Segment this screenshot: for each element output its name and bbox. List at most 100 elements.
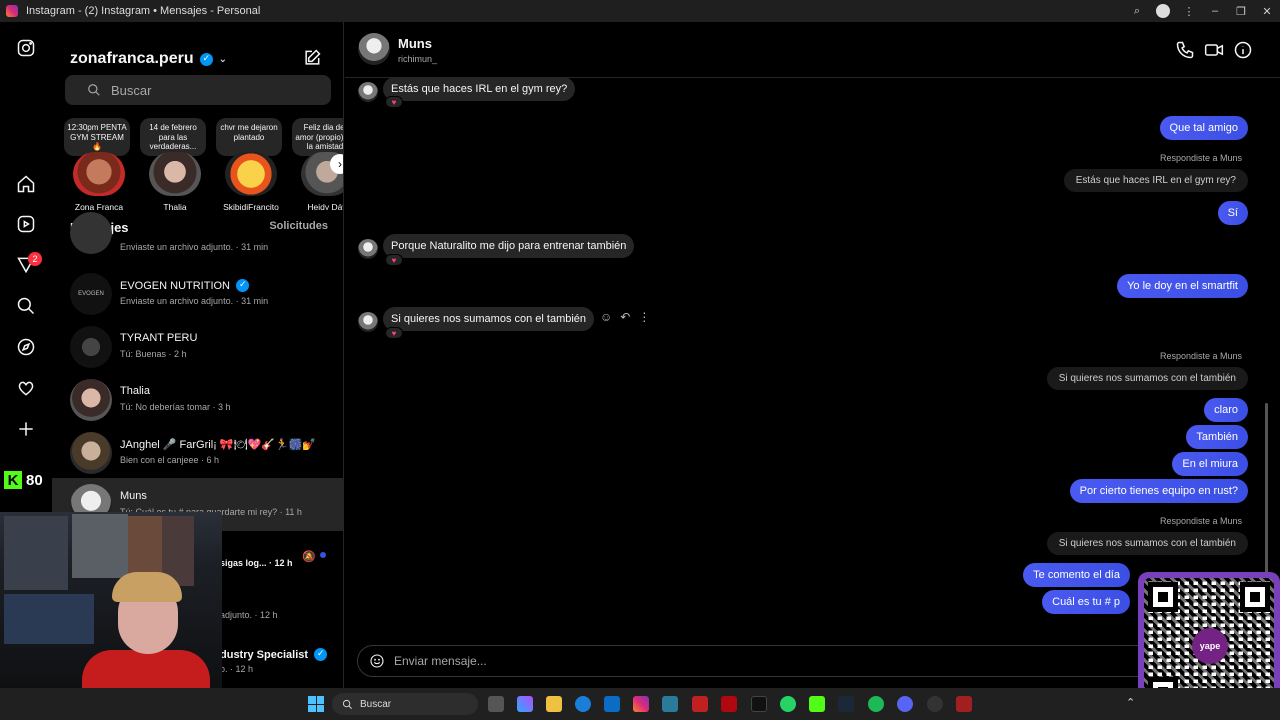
heart-icon[interactable] [16,378,36,398]
avatar [70,326,112,368]
avatar [358,239,378,259]
note-item[interactable]: 12:30pm PENTA GYM STREAM 🔥 Zona Franca [64,118,134,210]
search-icon [342,699,352,709]
minimize-button[interactable]: – [1202,0,1228,22]
taskbar-search[interactable]: Buscar [332,693,478,715]
new-message-button[interactable] [302,48,322,68]
windows-taskbar: Buscar ⌃ [0,688,1280,720]
message-actions: ☺ ↶ ⋮ [600,310,650,324]
spotify-icon[interactable] [868,696,884,712]
message-out[interactable]: Por cierto tienes equipo en rust? [1069,479,1248,503]
poster-image [4,594,94,644]
app-icon[interactable] [956,696,972,712]
store-icon[interactable] [604,696,620,712]
message-out[interactable]: Yo le doy en el smartfit [1117,274,1248,298]
message-out[interactable]: Sí [1217,201,1248,225]
message-out[interactable]: Que tal amigo [1159,116,1248,140]
account-switcher[interactable]: zonafranca.peru ⌄ [70,50,227,68]
home-icon[interactable] [16,174,36,194]
message-out[interactable]: También [1186,425,1248,449]
conversation-item[interactable]: Thalia Tú: No deberías tomar · 3 h [52,373,343,426]
steam-icon[interactable] [838,696,854,712]
maximize-button[interactable]: ❐ [1228,0,1254,22]
whatsapp-icon[interactable] [780,696,796,712]
search-field[interactable]: Buscar [65,75,331,105]
video-call-icon[interactable] [1204,40,1224,60]
instagram-logo-icon[interactable] [16,38,36,58]
close-button[interactable]: ✕ [1254,0,1280,22]
more-options-icon[interactable]: ⋮ [638,310,650,324]
conversation-item[interactable]: JAnghel 🎤 FarGril¡ 🎀🍽💖🎸🏃🎆💅 Bien con el c… [52,426,343,479]
kick-icon[interactable] [809,696,825,712]
message-out[interactable]: claro [1204,398,1248,422]
message-out[interactable]: En el miura [1172,452,1248,476]
avatar [73,152,125,196]
message-out[interactable]: Te comento el día [1023,563,1130,587]
avatar [70,432,112,474]
zoom-icon[interactable]: ⌕ [1124,0,1150,22]
conversation-item[interactable]: TYRANT PERU Tú: Buenas · 2 h [52,320,343,373]
avatar [358,312,378,332]
kick-viewer-widget: K 80 [4,470,43,490]
message-in[interactable]: Porque Naturalito me dijo para entrenar … [383,234,635,258]
poster-image [4,516,68,590]
conversation-item[interactable]: EVOGEN EVOGEN NUTRITION Enviaste un arch… [52,267,343,320]
quoted-message[interactable]: Estás que haces IRL en el gym rey? [1063,169,1248,192]
heart-reaction-icon[interactable]: ♥ [385,254,403,266]
info-icon[interactable] [1233,40,1253,60]
streamer-hat [112,572,182,602]
message-in[interactable]: Si quieres nos sumamos con el también [383,307,595,331]
emoji-react-icon[interactable]: ☺ [600,310,612,324]
message-out[interactable]: Cuál es tu # p [1042,590,1130,614]
avatar [225,152,277,196]
avatar [70,212,112,254]
app-icon[interactable] [692,696,708,712]
streamer-body [82,650,210,688]
avatar [149,152,201,196]
edge-icon[interactable] [575,696,591,712]
unread-dot [320,552,326,558]
message-input[interactable] [394,654,1194,668]
task-view-icon[interactable] [488,696,504,712]
note-item[interactable]: chvr me dejaron plantado SkibidiFrancito [216,118,286,210]
netflix-icon[interactable] [721,696,737,712]
reply-label: Respondiste a Muns [1159,516,1242,526]
copilot-icon[interactable] [517,696,533,712]
windows-start-icon[interactable] [308,696,324,712]
poster-image [72,514,128,578]
profile-icon[interactable] [1150,0,1176,22]
chevron-down-icon: ⌄ [218,53,227,65]
more-icon[interactable]: ⋮ [1176,0,1202,22]
quoted-message[interactable]: Si quieres nos sumamos con el también [1046,367,1248,390]
chevron-right-icon[interactable]: › [330,154,343,174]
tray-chevron-icon[interactable]: ⌃ [1126,696,1135,709]
phone-icon[interactable] [1175,40,1195,60]
yape-logo: yape [1192,628,1228,664]
note-item[interactable]: 14 de febrero para las verdaderas... Tha… [140,118,210,210]
search-icon[interactable] [16,296,36,316]
instagram-app-icon [6,5,18,17]
chat-contact-name[interactable]: Muns [398,36,432,51]
avatar[interactable] [358,33,390,65]
message-composer[interactable] [357,645,1267,677]
reply-icon[interactable]: ↶ [620,310,630,324]
reply-label: Respondiste a Muns [1159,153,1242,163]
emoji-icon [370,654,384,668]
explore-icon[interactable] [16,337,36,357]
search-placeholder: Buscar [111,82,152,98]
heart-reaction-icon[interactable]: ♥ [385,327,403,339]
message-in[interactable]: Estás que haces IRL en el gym rey? [383,77,576,101]
notification-badge: 2 [28,252,42,266]
obs-icon[interactable] [927,696,943,712]
heart-reaction-icon[interactable]: ♥ [385,96,403,108]
file-explorer-icon[interactable] [546,696,562,712]
app-icon[interactable] [662,696,678,712]
instagram-taskbar-icon[interactable] [633,696,649,712]
reels-icon[interactable] [16,214,36,234]
search-icon [88,84,100,96]
discord-icon[interactable] [897,696,913,712]
tiktok-icon[interactable] [751,696,767,712]
create-icon[interactable] [16,419,36,439]
quoted-message[interactable]: Si quieres nos sumamos con el también [1046,532,1248,555]
verified-icon [199,52,213,66]
